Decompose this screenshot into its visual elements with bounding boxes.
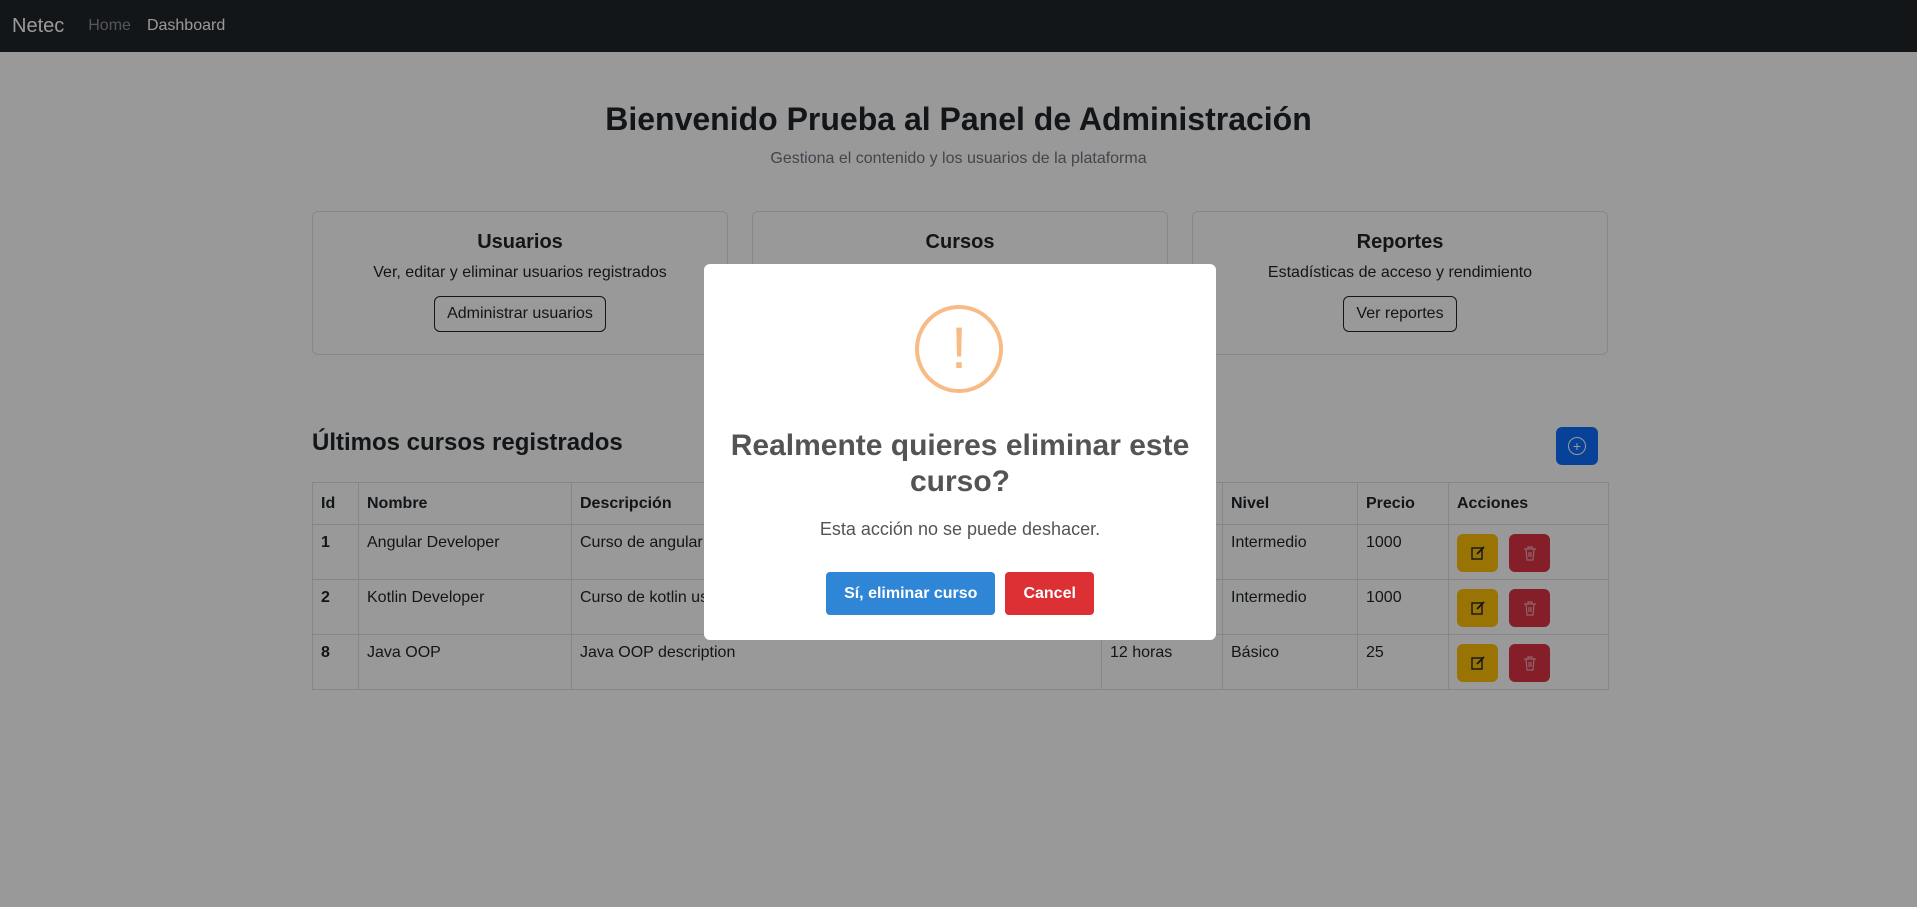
dialog-actions: Sí, eliminar curso Cancel <box>704 572 1216 615</box>
dialog-text: Esta acción no se puede deshacer. <box>819 519 1101 539</box>
confirm-delete-button[interactable]: Sí, eliminar curso <box>826 572 996 615</box>
cancel-button[interactable]: Cancel <box>1005 572 1094 615</box>
dialog-title: Realmente quieres eliminar este curso? <box>730 429 1190 498</box>
warning-icon: ! <box>915 305 1003 393</box>
delete-confirm-dialog: ! Realmente quieres eliminar este curso?… <box>704 264 1216 640</box>
